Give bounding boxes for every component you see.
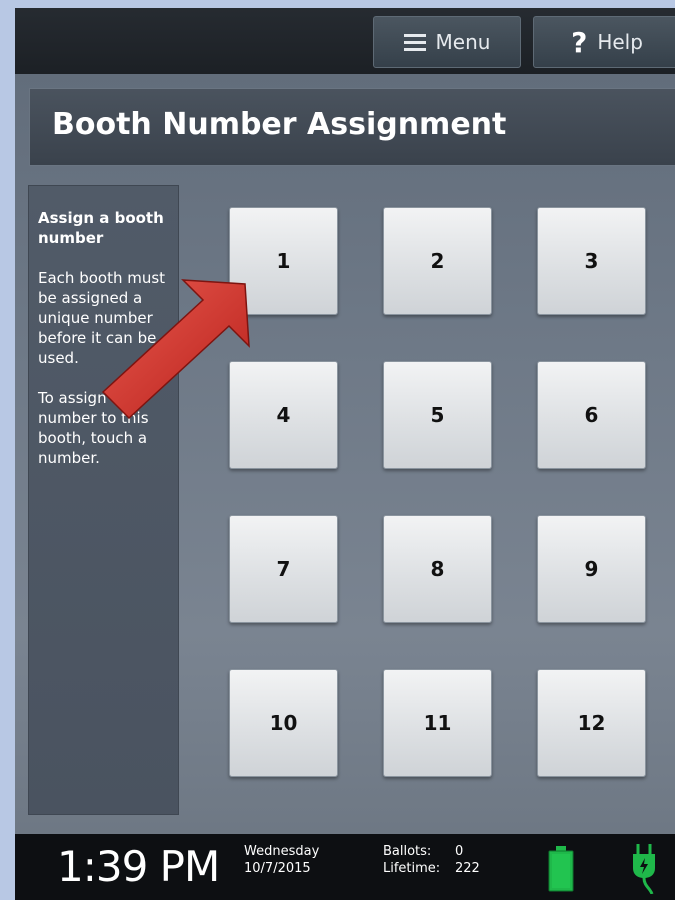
help-button-label: Help <box>597 30 643 54</box>
booth-number-button-3[interactable]: 3 <box>537 207 646 315</box>
lifetime-value: 222 <box>455 861 480 876</box>
date-display: Wednesday 10/7/2015 <box>244 843 319 877</box>
menu-button[interactable]: Menu <box>373 16 521 68</box>
instructions-heading: Assign a booth number <box>38 209 164 247</box>
booth-number-button-5[interactable]: 5 <box>383 361 492 469</box>
help-button[interactable]: ? Help <box>533 16 675 68</box>
voting-device-screen: Menu ? Help Booth Number Assignment Assi… <box>15 8 675 900</box>
ballots-value: 0 <box>455 844 464 859</box>
page-title: Booth Number Assignment <box>52 107 507 142</box>
question-mark-icon: ? <box>571 25 588 59</box>
booth-number-button-4[interactable]: 4 <box>229 361 338 469</box>
booth-number-button-2[interactable]: 2 <box>383 207 492 315</box>
booth-number-button-9[interactable]: 9 <box>537 515 646 623</box>
power-plug-icon <box>633 844 655 894</box>
hamburger-icon <box>403 33 426 51</box>
booth-number-button-10[interactable]: 10 <box>229 669 338 777</box>
status-bar: 1:39 PM Wednesday 10/7/2015 Ballots: 0 L… <box>15 834 675 900</box>
clock: 1:39 PM <box>57 842 220 891</box>
ballots-label: Ballots: <box>383 844 432 859</box>
battery-icon <box>548 846 574 892</box>
date: 10/7/2015 <box>244 861 311 876</box>
menu-button-label: Menu <box>435 30 491 54</box>
booth-number-button-11[interactable]: 11 <box>383 669 492 777</box>
top-bar: Menu ? Help <box>15 8 675 74</box>
booth-number-button-1[interactable]: 1 <box>229 207 338 315</box>
booth-number-button-6[interactable]: 6 <box>537 361 646 469</box>
booth-number-button-12[interactable]: 12 <box>537 669 646 777</box>
instructions-paragraph-1: Each booth must be assigned a unique num… <box>38 269 166 367</box>
instructions-paragraph-2: To assign a number to this booth, touch … <box>38 389 149 467</box>
booth-number-button-7[interactable]: 7 <box>229 515 338 623</box>
title-bar: Booth Number Assignment <box>29 88 675 166</box>
lifetime-label: Lifetime: <box>383 861 441 876</box>
booth-number-button-8[interactable]: 8 <box>383 515 492 623</box>
ballot-counter: Ballots: 0 Lifetime: 222 <box>383 843 480 877</box>
instructions-panel: Assign a booth number Each booth must be… <box>28 185 179 815</box>
weekday: Wednesday <box>244 844 320 859</box>
